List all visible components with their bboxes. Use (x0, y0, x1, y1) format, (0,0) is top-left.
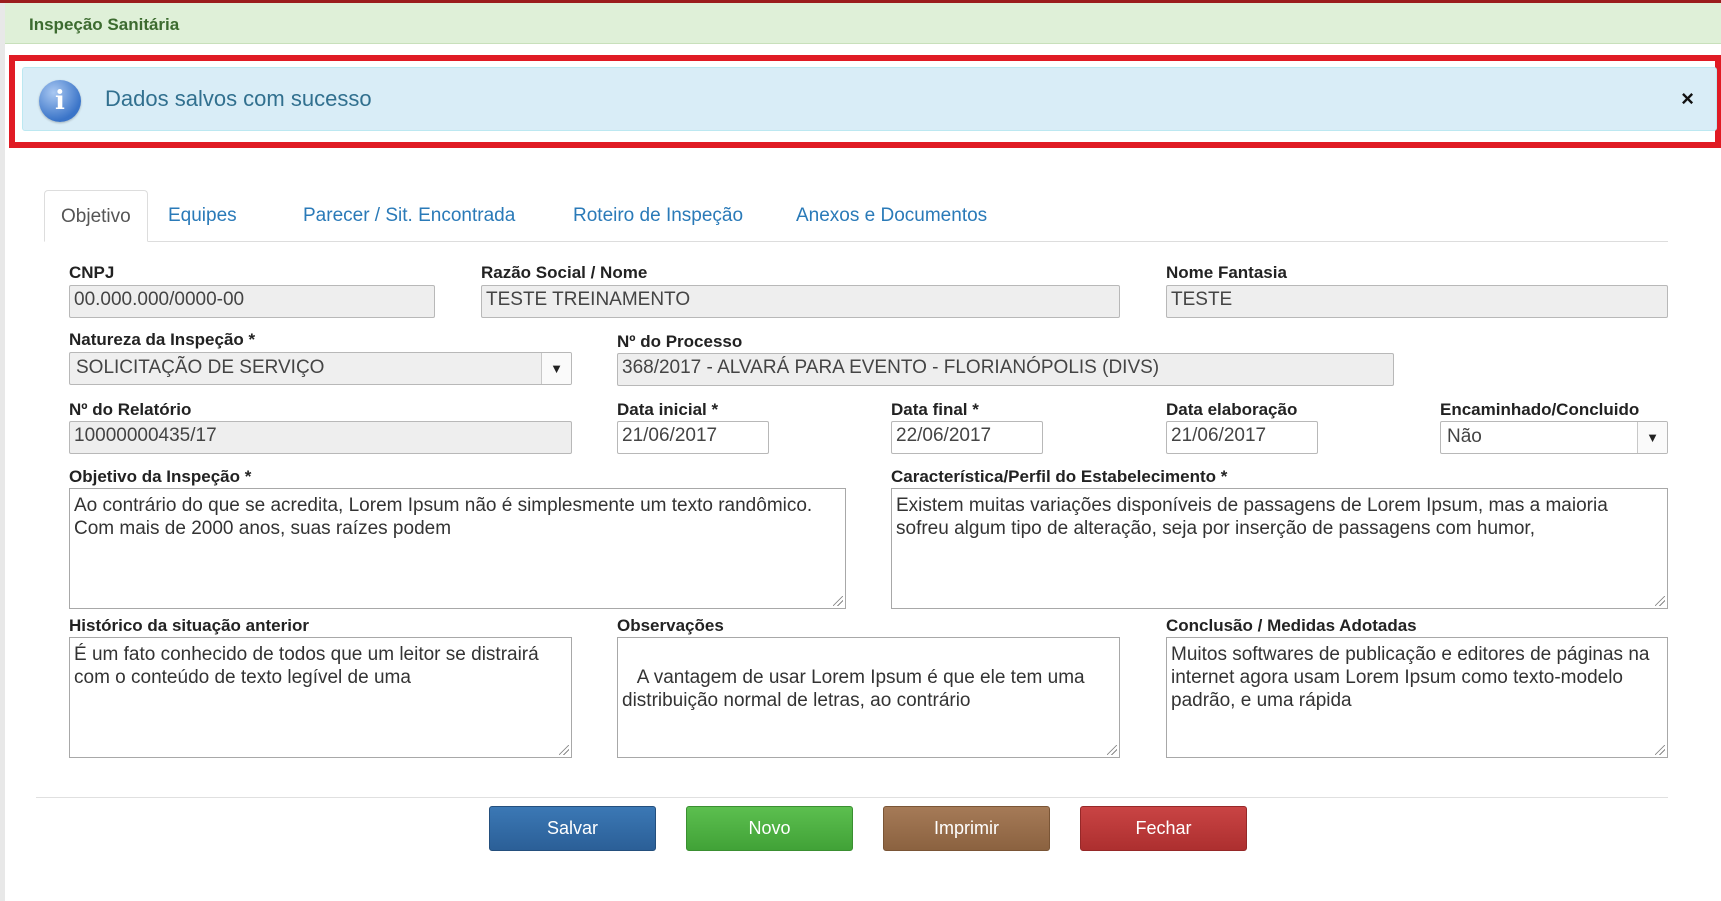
resize-grip-icon[interactable] (1655, 745, 1665, 755)
natureza-value: SOLICITAÇÃO DE SERVIÇO (76, 357, 325, 378)
conclusao-label: Conclusão / Medidas Adotadas (1166, 616, 1417, 635)
razao-social-label: Razão Social / Nome (481, 263, 648, 282)
tab-objetivo[interactable]: Objetivo (44, 190, 148, 242)
caracteristica-textarea[interactable]: Existem muitas variações disponíveis de … (891, 488, 1668, 609)
data-elaboracao-label: Data elaboração (1166, 400, 1298, 419)
encaminhado-value: Não (1447, 426, 1482, 447)
processo-label: Nº do Processo (617, 332, 743, 351)
observacoes-text: A vantagem de usar Lorem Ipsum é que ele… (622, 667, 1090, 711)
tab-parecer[interactable]: Parecer / Sit. Encontrada (303, 190, 515, 242)
resize-grip-icon[interactable] (833, 596, 843, 606)
relatorio-label: Nº do Relatório (69, 400, 192, 419)
new-button[interactable]: Novo (686, 806, 853, 851)
observacoes-textarea[interactable]: A vantagem de usar Lorem Ipsum é que ele… (617, 637, 1120, 758)
divider (36, 797, 1668, 798)
page-title: Inspeção Sanitária (5, 3, 1721, 44)
conclusao-textarea[interactable]: Muitos softwares de publicação e editore… (1166, 637, 1668, 758)
historico-label: Histórico da situação anterior (69, 616, 309, 635)
objetivo-textarea[interactable]: Ao contrário do que se acredita, Lorem I… (69, 488, 846, 609)
save-button[interactable]: Salvar (489, 806, 656, 851)
historico-text: É um fato conhecido de todos que um leit… (74, 644, 539, 688)
chevron-down-icon[interactable]: ▼ (1637, 422, 1667, 453)
objetivo-text: Ao contrário do que se acredita, Lorem I… (74, 495, 813, 539)
cnpj-label: CNPJ (69, 263, 115, 282)
caracteristica-label: Característica/Perfil do Estabelecimento… (891, 467, 1228, 486)
natureza-select[interactable]: SOLICITAÇÃO DE SERVIÇO ▼ (69, 352, 572, 385)
close-icon[interactable]: × (1681, 88, 1694, 110)
relatorio-field[interactable]: 10000000435/17 (69, 421, 572, 454)
historico-textarea[interactable]: É um fato conhecido de todos que um leit… (69, 637, 572, 758)
tab-bar: Objetivo Equipes Parecer / Sit. Encontra… (44, 190, 1668, 242)
success-alert: i Dados salvos com sucesso × (22, 67, 1717, 131)
encaminhado-select[interactable]: Não ▼ (1440, 421, 1668, 454)
data-final-label: Data final * (891, 400, 979, 419)
processo-field[interactable]: 368/2017 - ALVARÁ PARA EVENTO - FLORIANÓ… (617, 353, 1394, 386)
tab-equipes[interactable]: Equipes (168, 190, 237, 242)
encaminhado-label: Encaminhado/Concluido (1440, 400, 1640, 419)
razao-social-field[interactable]: TESTE TREINAMENTO (481, 285, 1120, 318)
chevron-down-icon[interactable]: ▼ (541, 353, 571, 384)
natureza-label: Natureza da Inspeção * (69, 330, 256, 349)
alert-message: Dados salvos com sucesso (105, 86, 372, 111)
info-icon: i (39, 80, 81, 122)
nome-fantasia-field[interactable]: TESTE (1166, 285, 1668, 318)
close-button[interactable]: Fechar (1080, 806, 1247, 851)
data-inicial-field[interactable]: 21/06/2017 (617, 421, 769, 454)
conclusao-text: Muitos softwares de publicação e editore… (1171, 644, 1650, 711)
objetivo-label: Objetivo da Inspeção * (69, 467, 252, 486)
data-final-field[interactable]: 22/06/2017 (891, 421, 1043, 454)
resize-grip-icon[interactable] (1107, 745, 1117, 755)
print-button[interactable]: Imprimir (883, 806, 1050, 851)
caracteristica-text: Existem muitas variações disponíveis de … (896, 495, 1608, 539)
tab-anexos[interactable]: Anexos e Documentos (796, 190, 987, 242)
observacoes-label: Observações (617, 616, 724, 635)
data-inicial-label: Data inicial * (617, 400, 719, 419)
nome-fantasia-label: Nome Fantasia (1166, 263, 1287, 282)
resize-grip-icon[interactable] (1655, 596, 1665, 606)
tab-roteiro[interactable]: Roteiro de Inspeção (573, 190, 743, 242)
resize-grip-icon[interactable] (559, 745, 569, 755)
cnpj-field[interactable]: 00.000.000/0000-00 (69, 285, 435, 318)
data-elaboracao-field[interactable]: 21/06/2017 (1166, 421, 1318, 454)
left-border (0, 3, 5, 901)
